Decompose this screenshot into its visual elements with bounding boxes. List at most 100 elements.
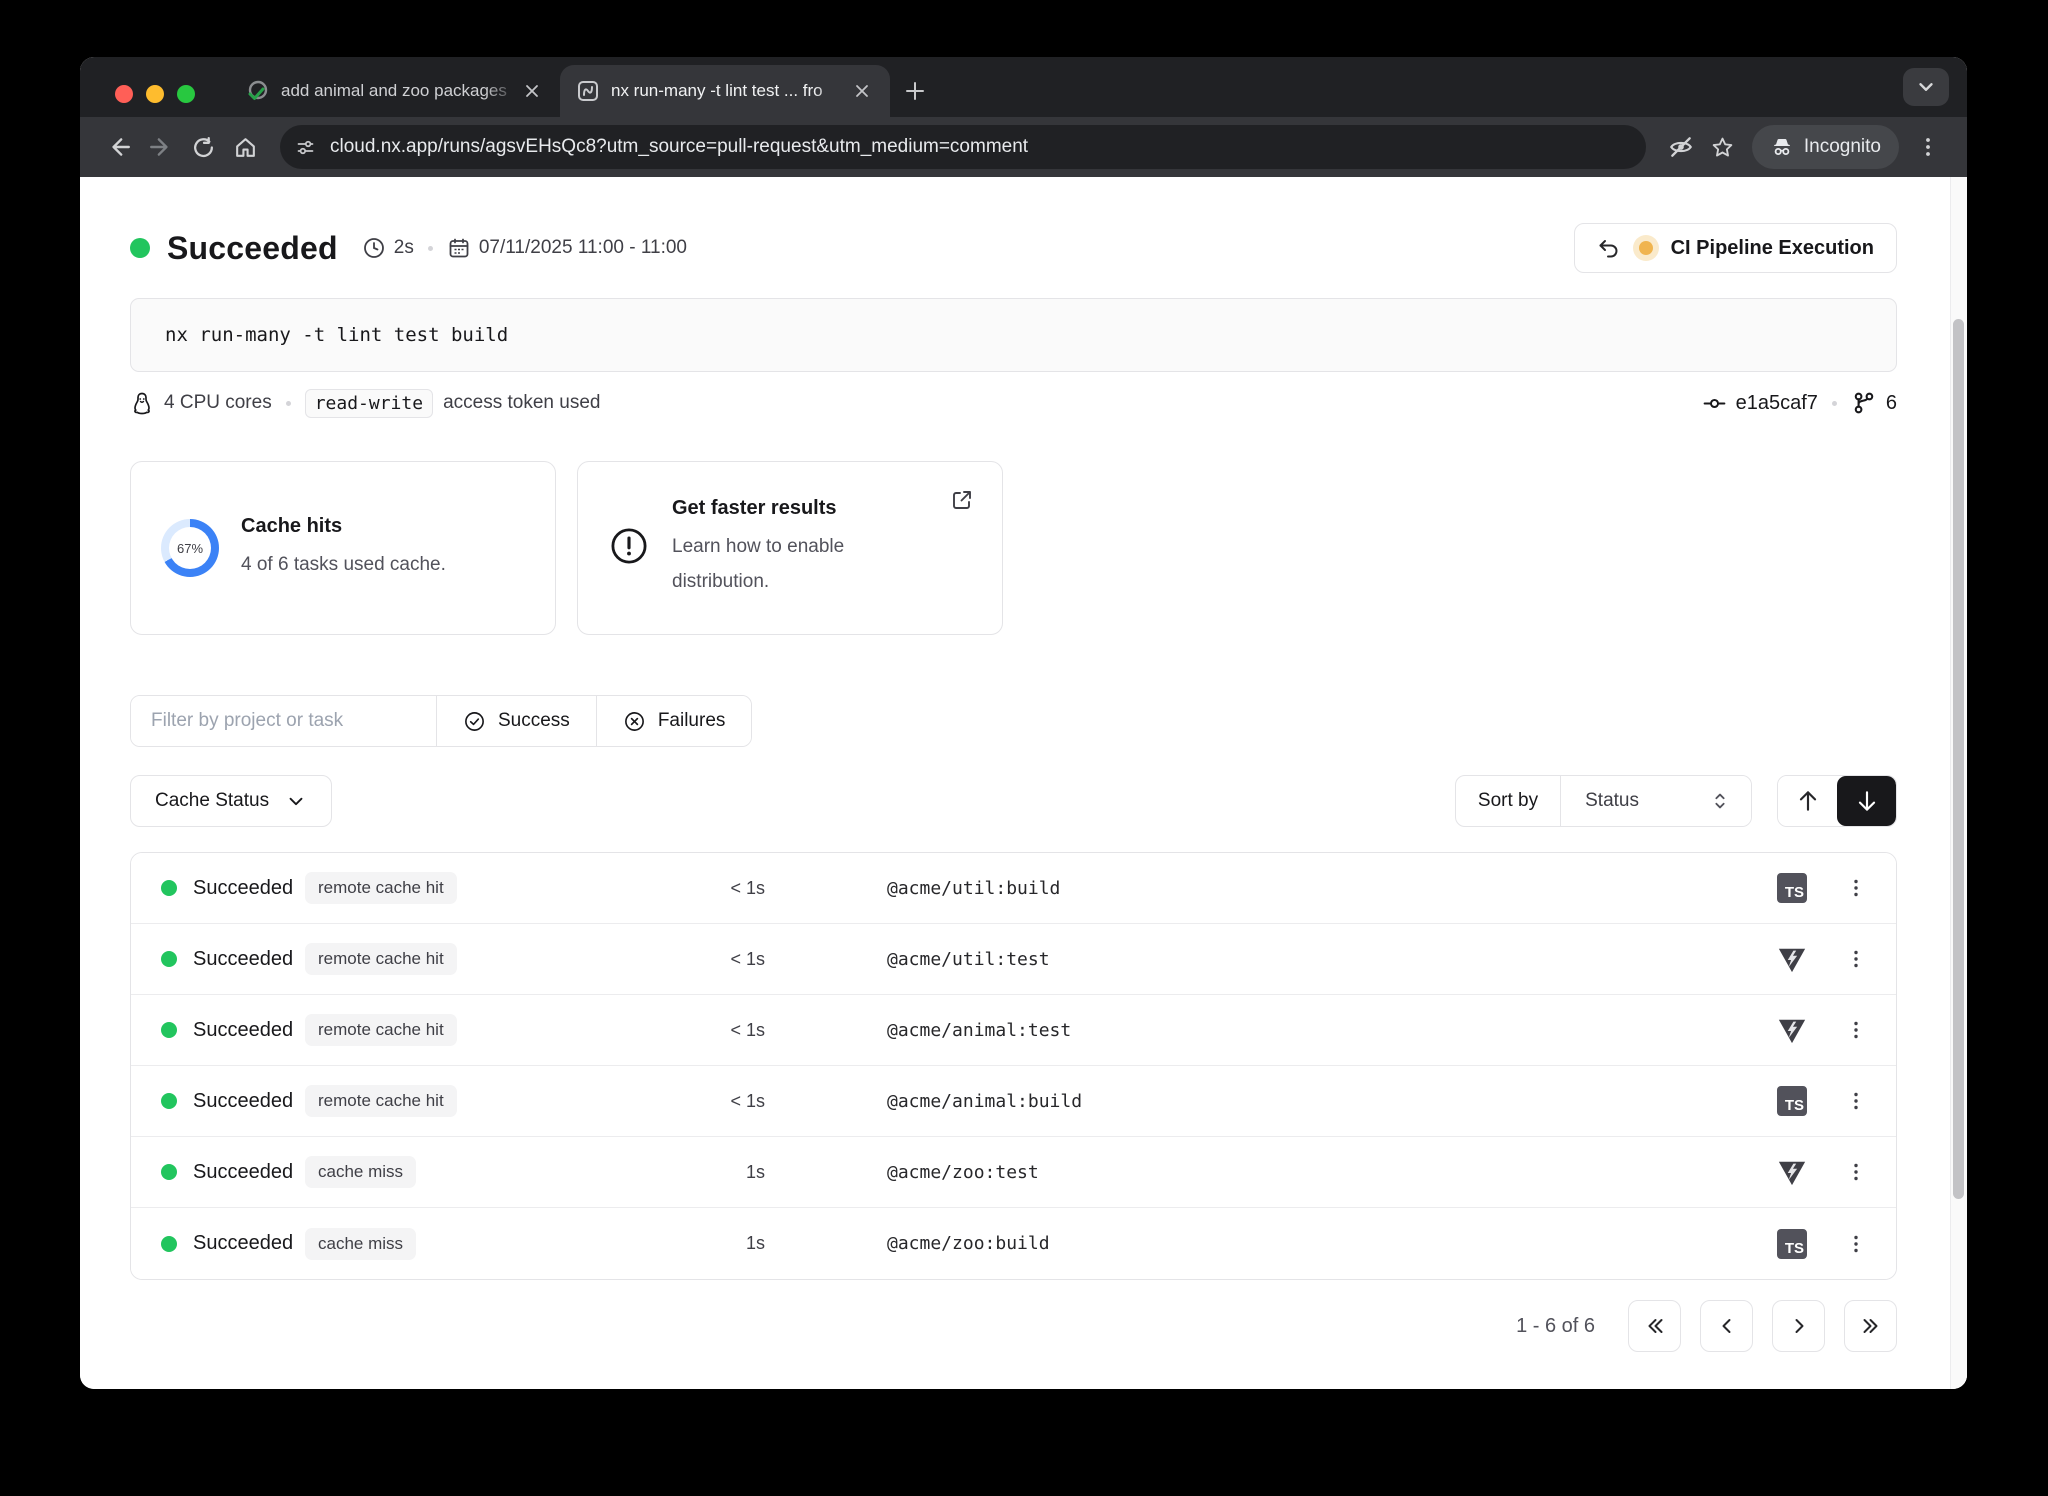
site-settings-icon[interactable] [288,130,322,164]
close-window-button[interactable] [115,85,133,103]
row-status: Succeeded [193,1089,294,1112]
task-duration: < 1s [730,948,765,969]
previous-page-button[interactable] [1700,1300,1753,1352]
cache-status-badge: remote cache hit [305,1085,457,1117]
sort-direction-group [1777,775,1897,827]
zoom-window-button[interactable] [177,85,195,103]
row-menu-icon[interactable] [1836,1081,1876,1121]
close-tab-icon[interactable] [848,77,876,105]
row-menu-icon[interactable] [1836,1224,1876,1264]
task-name[interactable]: @acme/zoo:test [887,1162,1772,1183]
incognito-icon [1770,135,1794,159]
pagination: 1 - 6 of 6 [130,1300,1897,1382]
forward-button[interactable] [140,126,182,168]
cache-hit-percent: 67% [176,540,204,556]
status-dot [161,1022,177,1038]
run-date-range: 07/11/2025 11:00 - 11:00 [478,237,687,258]
run-status-title: Succeeded [167,229,338,266]
cache-status-badge: cache miss [305,1156,417,1188]
last-page-button[interactable] [1844,1300,1897,1352]
cache-hits-title: Cache hits [241,514,343,537]
commit-sha[interactable]: e1a5caf7 [1736,392,1818,415]
cache-hits-subtitle: 4 of 6 tasks used cache. [241,553,446,575]
reload-button[interactable] [182,126,224,168]
table-row[interactable]: Succeeded cache miss 1s @acme/zoo:test T… [131,1137,1896,1208]
cache-status-badge: remote cache hit [305,943,457,975]
cache-status-label: Cache Status [155,790,270,811]
undo-arrow-icon [1597,236,1621,260]
run-command-box: nx run-many -t lint test build [130,298,1897,372]
task-name[interactable]: @acme/util:build [887,878,1772,899]
table-row[interactable]: Succeeded remote cache hit < 1s @acme/an… [131,995,1896,1066]
ci-pipeline-execution-button[interactable]: CI Pipeline Execution [1573,223,1897,273]
failures-filter-label: Failures [657,710,726,731]
filter-input[interactable] [131,696,436,746]
close-tab-icon[interactable] [518,77,546,105]
chevron-down-icon [285,790,307,812]
cache-status-dropdown[interactable]: Cache Status [130,775,333,827]
first-page-button[interactable] [1628,1300,1681,1352]
url-text: cloud.nx.app/runs/agsvEHsQc8?utm_source=… [330,136,1029,157]
github-pr-check-icon [246,79,270,103]
address-bar[interactable]: cloud.nx.app/runs/agsvEHsQc8?utm_source=… [280,125,1646,169]
row-menu-icon[interactable] [1836,868,1876,908]
home-button[interactable] [224,126,266,168]
distribution-card[interactable]: Get faster results Learn how to enable d… [577,461,1003,635]
tab-title: nx run-many -t lint test ... fro [611,81,848,101]
commit-icon [1702,391,1727,416]
nx-cloud-icon [576,79,600,103]
table-row[interactable]: Succeeded remote cache hit < 1s @acme/an… [131,1066,1896,1137]
sort-descending-button[interactable] [1837,776,1896,826]
table-row[interactable]: Succeeded cache miss 1s @acme/zoo:build … [131,1208,1896,1279]
row-status: Succeeded [193,1160,294,1183]
minimize-window-button[interactable] [146,85,164,103]
tab-search-button[interactable] [1903,68,1949,106]
branch-count[interactable]: 6 [1886,392,1897,415]
token-scope-badge: read-write [304,388,434,418]
pagination-range-label: 1 - 6 of 6 [1516,1314,1595,1337]
sort-field-select[interactable]: Status [1561,776,1751,826]
bookmark-star-icon[interactable] [1702,126,1744,168]
typescript-icon: TS [1777,1086,1807,1116]
cache-status-badge: remote cache hit [305,1014,457,1046]
task-name[interactable]: @acme/util:test [887,949,1772,970]
new-tab-button[interactable] [898,74,932,108]
distribution-subtitle-line1: Learn how to enable [672,536,845,557]
sort-ascending-button[interactable] [1778,776,1837,826]
status-dot [130,238,150,258]
success-filter-button[interactable]: Success [436,696,596,746]
vitest-icon [1777,1157,1807,1187]
incognito-badge: Incognito [1751,125,1899,169]
task-duration: < 1s [730,1019,765,1040]
cpu-cores-label: 4 CPU cores [164,392,272,413]
next-page-button[interactable] [1772,1300,1825,1352]
filter-group: Success Failures [130,695,753,747]
row-menu-icon[interactable] [1836,939,1876,979]
typescript-icon: TS [1777,873,1807,903]
pipeline-status-dot [1638,241,1653,255]
run-meta-row: 4 CPU cores read-write access token used… [130,388,1897,418]
page-scrollbar[interactable] [1950,177,1967,1389]
eye-off-icon[interactable] [1660,126,1702,168]
external-link-icon[interactable] [950,488,974,515]
back-button[interactable] [98,126,140,168]
task-duration: 1s [745,1233,765,1253]
row-menu-icon[interactable] [1836,1152,1876,1192]
tab-pull-request[interactable]: add animal and zoo packages [230,65,560,117]
tab-nx-run[interactable]: nx run-many -t lint test ... fro [560,65,890,117]
task-name[interactable]: @acme/zoo:build [887,1233,1772,1254]
check-circle-icon [463,710,486,733]
browser-menu-icon[interactable] [1907,126,1949,168]
row-status: Succeeded [193,947,294,970]
row-menu-icon[interactable] [1836,1010,1876,1050]
table-row[interactable]: Succeeded remote cache hit < 1s @acme/ut… [131,924,1896,995]
task-name[interactable]: @acme/animal:build [887,1091,1772,1112]
task-name[interactable]: @acme/animal:test [887,1020,1772,1041]
pipeline-button-label: CI Pipeline Execution [1670,236,1874,259]
run-duration: 2s [393,237,414,258]
scrollbar-thumb[interactable] [1953,319,1964,1199]
failures-filter-button[interactable]: Failures [595,696,752,746]
vitest-icon [1777,1015,1807,1045]
status-dot [161,1235,177,1252]
table-row[interactable]: Succeeded remote cache hit < 1s @acme/ut… [131,853,1896,924]
